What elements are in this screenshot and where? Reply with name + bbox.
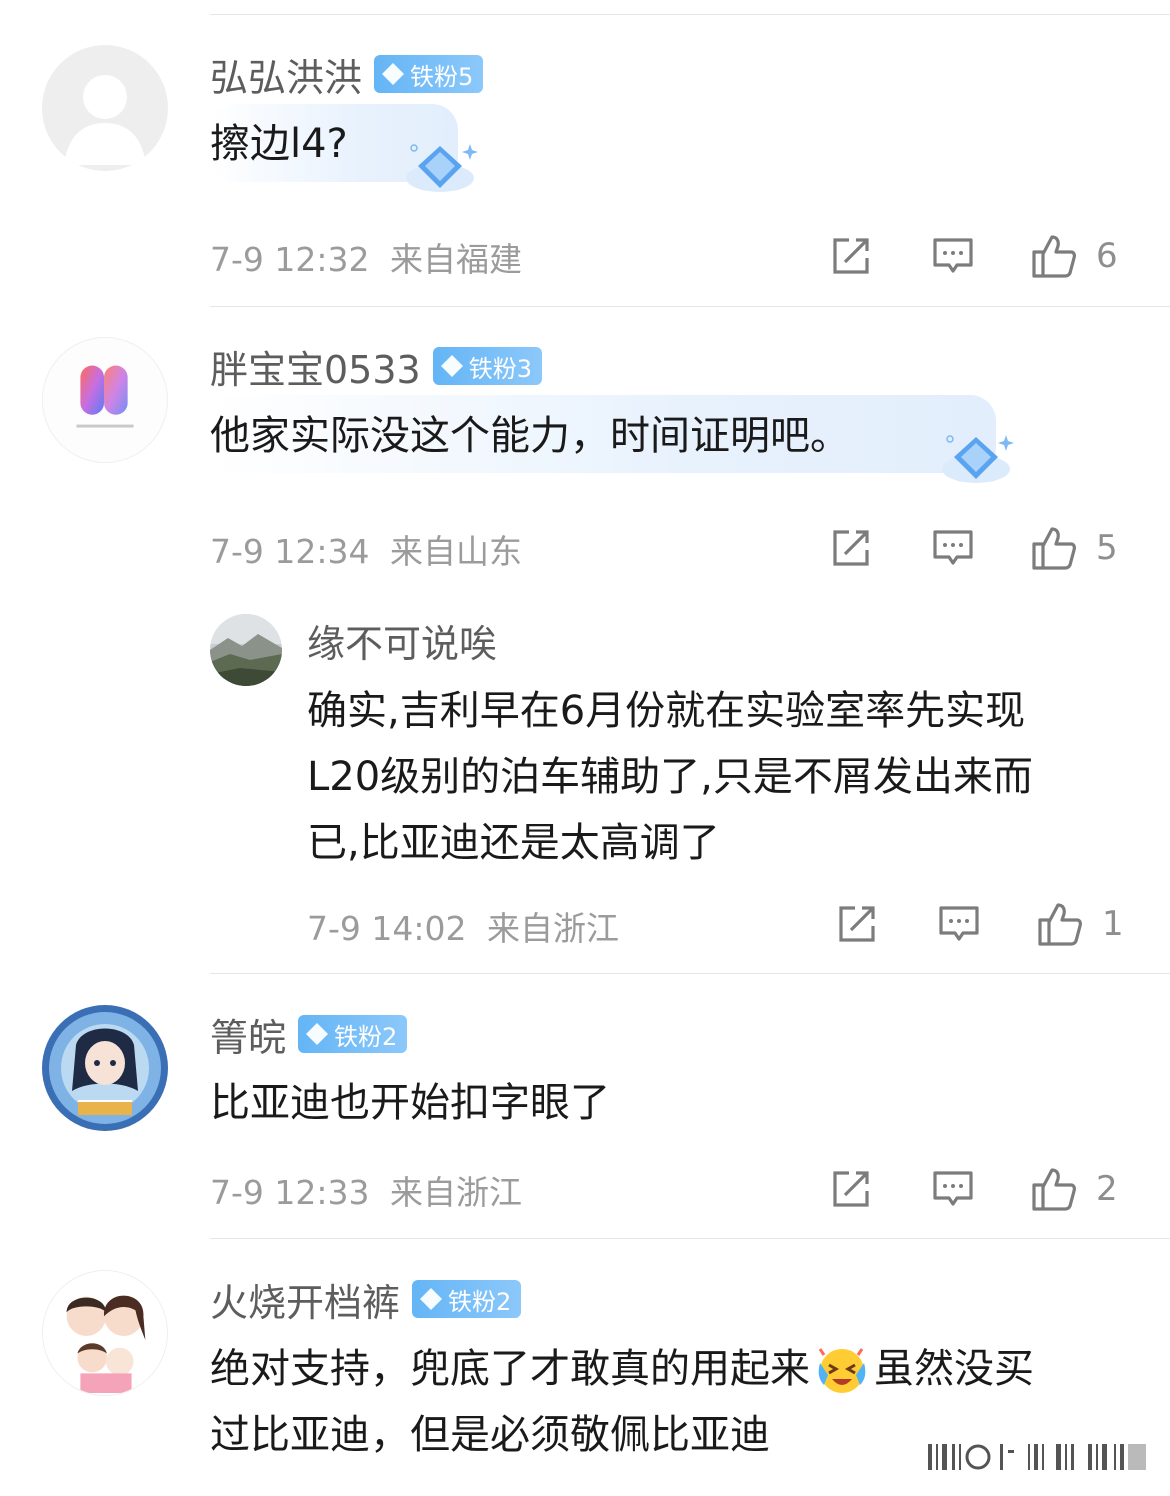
reply-text-line: 已,比亚迪还是太高调了 (307, 820, 720, 866)
username[interactable]: 胖宝宝0533 (210, 339, 421, 394)
comment-time: 7-9 12:33 (210, 1173, 370, 1212)
username[interactable]: 弘弘洪洪 (210, 47, 362, 102)
mountain-landscape-avatar-icon (210, 614, 282, 686)
comment-text-line: 绝对支持，兜底了才敢真的用起来 虽然没买 (210, 1336, 1140, 1402)
comment-meta: 7-9 12:33 来自浙江 (210, 1166, 522, 1214)
comment-text[interactable]: 他家实际没这个能力，时间证明吧。 (210, 403, 850, 469)
diamond-icon (440, 355, 463, 377)
avatar[interactable] (42, 1270, 168, 1396)
reply-username[interactable]: 缘不可说唉 (307, 613, 497, 668)
avatar[interactable] (42, 45, 168, 171)
diamond-icon (420, 1288, 443, 1310)
fan-badge-label: 铁粉3 (468, 354, 532, 383)
comment-icon (939, 906, 979, 941)
watermark-barcode-icon (928, 1444, 1146, 1470)
comment-text[interactable]: 擦边l4? (210, 111, 348, 177)
diamond-icon (306, 1023, 329, 1045)
avatar[interactable] (42, 1005, 168, 1131)
comment-button[interactable] (938, 896, 980, 952)
comment-text-segment: 虽然没买 (874, 1346, 1034, 1392)
like-count: 2 (1096, 1169, 1118, 1209)
reply-text-line: L20级别的泊车辅助了,只是不屑发出来而 (307, 754, 1033, 800)
comment-button[interactable] (932, 1161, 974, 1217)
comment-time: 7-9 12:32 (210, 240, 370, 279)
comment-button[interactable] (932, 228, 974, 284)
fan-badge[interactable]: 铁粉2 (298, 1015, 408, 1053)
reply-text[interactable]: 确实,吉利早在6月份就在实验室率先实现 L20级别的泊车辅助了,只是不屑发出来而… (307, 678, 1137, 876)
comment-icon (933, 1171, 973, 1206)
fan-badge-label: 铁粉2 (334, 1022, 398, 1051)
crying-laughing-emoji-icon (818, 1348, 866, 1393)
fan-badge[interactable]: 铁粉2 (412, 1280, 522, 1318)
comment-location: 来自山东 (390, 532, 522, 571)
diamond-icon (382, 63, 405, 85)
share-icon (833, 530, 869, 566)
comment-actions: 5 (830, 520, 1170, 576)
gradient-n-logo-avatar-icon (43, 338, 167, 462)
comment-text-segment: 绝对支持，兜底了才敢真的用起来 (210, 1346, 810, 1392)
default-person-avatar-icon (42, 45, 168, 171)
like-count: 1 (1102, 904, 1124, 944)
watermark-logo (928, 1436, 1148, 1476)
username[interactable]: 火烧开档裤 (210, 1272, 400, 1327)
like-count: 5 (1096, 528, 1118, 568)
comment-icon (933, 238, 973, 273)
comment-actions: 2 (830, 1161, 1170, 1217)
comment-icon (933, 530, 973, 565)
comment-button[interactable] (932, 520, 974, 576)
like-button[interactable]: 5 (1030, 520, 1118, 576)
divider (210, 306, 1170, 307)
like-count: 6 (1096, 236, 1118, 276)
reply-location: 来自浙江 (487, 909, 619, 948)
reply-meta: 7-9 14:02 来自浙江 (307, 902, 619, 950)
thumbs-up-icon (1038, 903, 1082, 946)
fan-badge[interactable]: 铁粉3 (432, 347, 542, 385)
avatar[interactable] (42, 337, 168, 463)
reply-time: 7-9 14:02 (307, 909, 467, 948)
comment-time: 7-9 12:34 (210, 532, 370, 571)
thumbs-up-icon (1032, 1168, 1076, 1211)
comment-meta: 7-9 12:32 来自福建 (210, 233, 522, 281)
bubble-diamond-decoration-icon (942, 435, 1014, 483)
comment-meta: 7-9 12:34 来自山东 (210, 525, 522, 573)
divider (210, 14, 1170, 15)
share-button[interactable] (830, 228, 872, 284)
share-button[interactable] (836, 896, 878, 952)
share-button[interactable] (830, 520, 872, 576)
comment-location: 来自浙江 (390, 1173, 522, 1212)
bubble-diamond-decoration-icon (406, 144, 478, 192)
fan-badge[interactable]: 铁粉5 (374, 55, 484, 93)
comment-actions: 6 (830, 228, 1170, 284)
divider (210, 1238, 1170, 1239)
like-button[interactable]: 1 (1036, 896, 1124, 952)
share-icon (833, 238, 869, 274)
share-button[interactable] (830, 1161, 872, 1217)
share-icon (839, 906, 875, 942)
thumbs-up-icon (1032, 527, 1076, 570)
reply-text-line: 确实,吉利早在6月份就在实验室率先实现 (307, 688, 1026, 734)
reply-actions: 1 (836, 896, 1170, 952)
comment-location: 来自福建 (390, 240, 522, 279)
fan-badge-label: 铁粉2 (448, 1287, 512, 1316)
comment-text[interactable]: 比亚迪也开始扣字眼了 (210, 1070, 610, 1136)
share-icon (833, 1171, 869, 1207)
like-button[interactable]: 6 (1030, 228, 1118, 284)
thumbs-up-icon (1032, 235, 1076, 278)
like-button[interactable]: 2 (1030, 1161, 1118, 1217)
reply-avatar[interactable] (210, 614, 282, 686)
cartoon-family-avatar-icon (43, 1271, 167, 1395)
divider (210, 973, 1170, 974)
fan-badge-label: 铁粉5 (410, 62, 474, 91)
username[interactable]: 箐皖 (210, 1007, 286, 1062)
anime-birthday-avatar-icon (42, 1005, 168, 1131)
